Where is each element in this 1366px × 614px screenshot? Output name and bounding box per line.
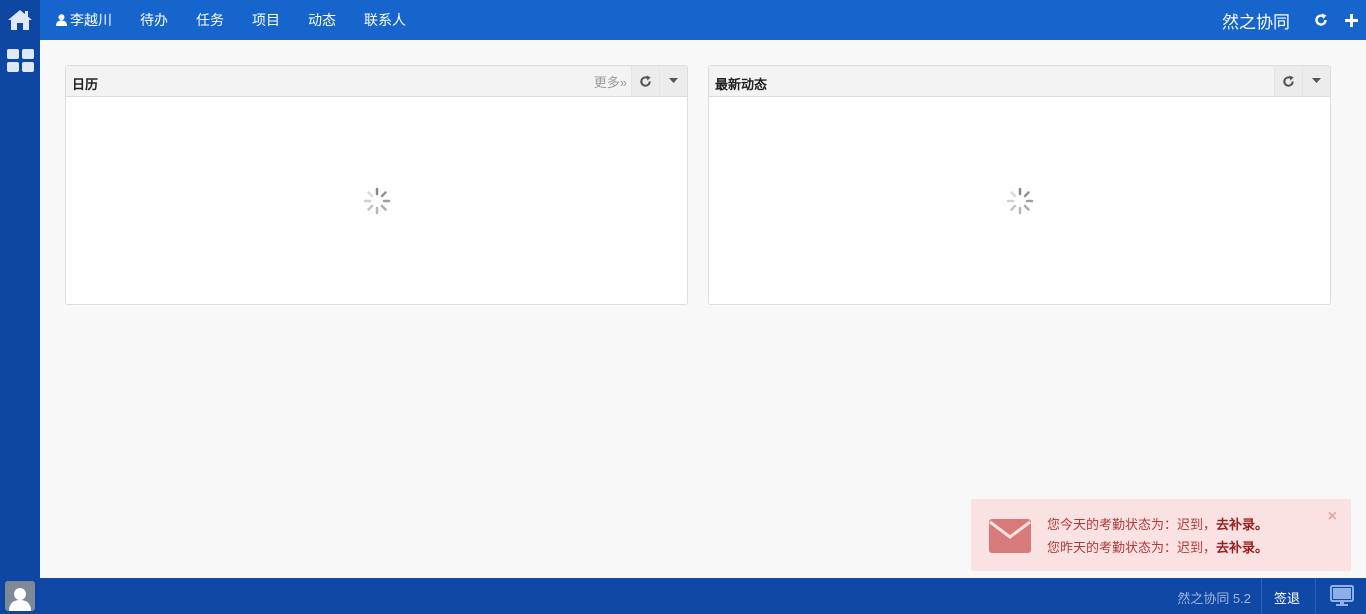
- nav-user-name: 李越川: [70, 12, 112, 28]
- user-avatar-icon: [9, 588, 31, 611]
- left-rail: [0, 0, 40, 614]
- brand-name: 然之协同: [1222, 12, 1290, 32]
- user-avatar[interactable]: [5, 581, 35, 611]
- caret-down-icon: [1312, 78, 1321, 83]
- calendar-panel-header: 日历 更多»: [66, 66, 687, 97]
- alert-today-text: 您今天的考勤状态为：迟到，: [1047, 517, 1217, 532]
- nav-item-task[interactable]: 任务: [182, 0, 238, 40]
- activity-dropdown-button[interactable]: [1302, 66, 1330, 96]
- calendar-more-link[interactable]: 更多»: [594, 72, 627, 91]
- alert-line-today: 您今天的考勤状态为：迟到，去补录。: [1047, 513, 1268, 536]
- plus-icon: [1344, 13, 1358, 27]
- loading-spinner-icon: [363, 187, 390, 214]
- desktop-icon[interactable]: [1330, 585, 1354, 607]
- envelope-icon: [989, 519, 1031, 553]
- activity-panel-actions: [1274, 66, 1330, 96]
- home-icon: [8, 10, 32, 30]
- top-navbar: 李越川 待办 任务 项目 动态 联系人 然之协同: [40, 0, 1366, 40]
- user-icon: [56, 14, 67, 26]
- activity-panel-body: [709, 97, 1330, 304]
- main-nav: 李越川 待办 任务 项目 动态 联系人: [48, 0, 420, 40]
- nav-item-project[interactable]: 项目: [238, 0, 294, 40]
- alert-close-button[interactable]: ×: [1328, 508, 1337, 526]
- nav-item-todo[interactable]: 待办: [126, 0, 182, 40]
- loading-spinner-icon: [1006, 187, 1033, 214]
- attendance-alert: 您今天的考勤状态为：迟到，去补录。 您昨天的考勤状态为：迟到，去补录。 ×: [971, 499, 1351, 571]
- refresh-icon: [640, 74, 651, 87]
- refresh-icon: [1315, 13, 1327, 26]
- activity-panel-header: 最新动态: [709, 66, 1330, 97]
- topbar-right: 然之协同: [1222, 0, 1366, 40]
- caret-down-icon: [669, 78, 678, 83]
- calendar-panel: 日历 更多»: [65, 65, 688, 305]
- activity-refresh-button[interactable]: [1274, 66, 1302, 96]
- app-version: 然之协同 5.2: [1177, 591, 1251, 606]
- calendar-panel-title: 日历: [72, 77, 99, 92]
- nav-user[interactable]: 李越川: [48, 0, 126, 40]
- refresh-button[interactable]: [1306, 0, 1336, 40]
- calendar-panel-body: [66, 97, 687, 304]
- signout-button[interactable]: 签退: [1274, 588, 1300, 607]
- refresh-icon: [1283, 74, 1294, 87]
- footer-divider: [1261, 578, 1262, 614]
- alert-yesterday-link[interactable]: 去补录。: [1216, 540, 1268, 555]
- nav-item-contacts[interactable]: 联系人: [350, 0, 420, 40]
- nav-item-activity[interactable]: 动态: [294, 0, 350, 40]
- calendar-panel-actions: 更多»: [594, 66, 687, 96]
- alert-yesterday-text: 您昨天的考勤状态为：迟到，: [1047, 540, 1217, 555]
- calendar-refresh-button[interactable]: [631, 66, 659, 96]
- footer-bar: 然之协同 5.2 签退: [40, 578, 1366, 614]
- add-button[interactable]: [1336, 0, 1366, 40]
- apps-grid-icon: [6, 48, 34, 72]
- alert-today-link[interactable]: 去补录。: [1216, 517, 1268, 532]
- apps-button[interactable]: [0, 44, 40, 76]
- home-button[interactable]: [0, 0, 40, 40]
- calendar-dropdown-button[interactable]: [659, 66, 687, 96]
- alert-messages: 您今天的考勤状态为：迟到，去补录。 您昨天的考勤状态为：迟到，去补录。: [1047, 513, 1268, 559]
- footer-divider: [1315, 578, 1316, 614]
- activity-panel: 最新动态: [708, 65, 1331, 305]
- activity-panel-title: 最新动态: [715, 77, 768, 92]
- alert-line-yesterday: 您昨天的考勤状态为：迟到，去补录。: [1047, 536, 1268, 559]
